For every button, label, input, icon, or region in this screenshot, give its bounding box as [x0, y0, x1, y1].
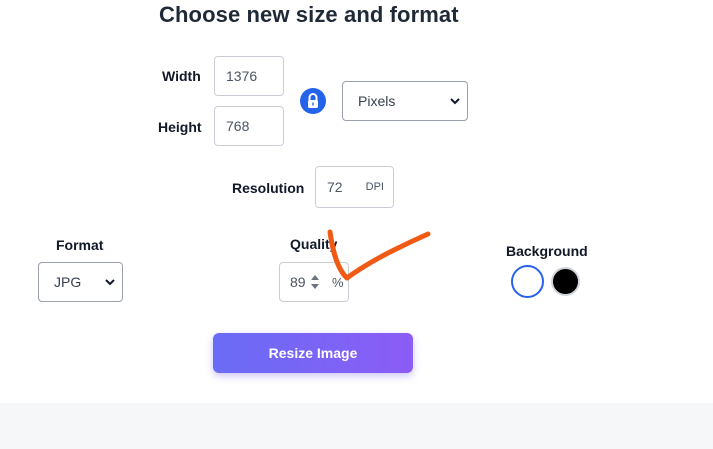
background-white-swatch[interactable] — [511, 265, 544, 298]
resolution-label: Resolution — [232, 180, 305, 196]
footer-band — [0, 403, 713, 449]
resize-image-button[interactable]: Resize Image — [213, 333, 413, 373]
resolution-unit: DPI — [365, 181, 384, 193]
page-title: Choose new size and format — [159, 2, 459, 27]
chevron-down-icon — [105, 279, 115, 286]
resolution-value: 72 — [327, 179, 343, 195]
unit-select-value: Pixels — [358, 93, 396, 109]
quality-value: 89 — [290, 274, 306, 290]
lock-icon — [308, 93, 318, 108]
format-select[interactable]: JPG — [38, 262, 123, 302]
height-value: 768 — [226, 118, 250, 134]
checkmark-annotation-icon — [327, 229, 431, 281]
aspect-lock-button[interactable] — [300, 88, 326, 114]
height-input[interactable]: 768 — [214, 106, 284, 146]
width-value: 1376 — [226, 68, 258, 84]
unit-select[interactable]: Pixels — [342, 81, 468, 121]
width-input[interactable]: 1376 — [214, 56, 284, 96]
height-label: Height — [158, 119, 202, 135]
resolution-input[interactable]: 72 DPI — [315, 166, 394, 208]
chevron-down-icon — [450, 98, 460, 105]
format-label: Format — [56, 237, 104, 253]
format-select-value: JPG — [54, 274, 82, 290]
background-label: Background — [506, 243, 588, 259]
width-label: Width — [162, 68, 201, 84]
resize-panel: Choose new size and format Width 1376 He… — [0, 0, 713, 449]
background-black-swatch[interactable] — [551, 267, 580, 296]
